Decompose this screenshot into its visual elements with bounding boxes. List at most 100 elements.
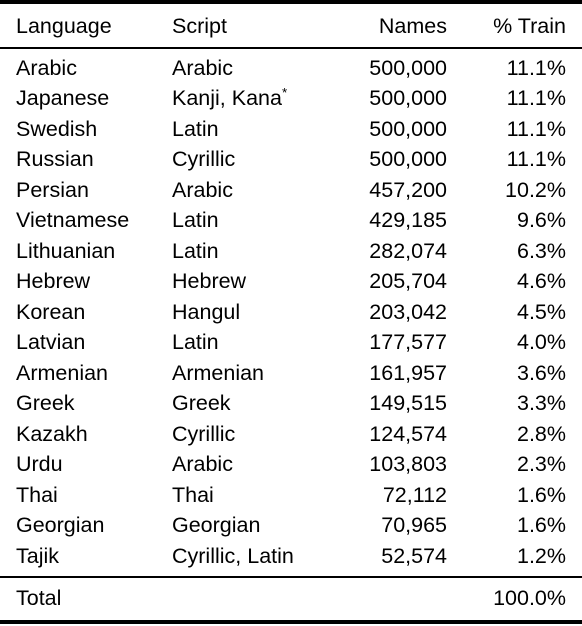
- cell-pct-train: 2.3%: [516, 452, 566, 476]
- cell-names: 205,704: [369, 269, 447, 293]
- cell-language: Vietnamese: [16, 208, 130, 232]
- cell-script: Latin: [168, 205, 333, 236]
- cell-pct-train: 4.6%: [516, 269, 566, 293]
- cell-language: Urdu: [16, 452, 63, 476]
- cell-language: Hebrew: [16, 269, 91, 293]
- cell-language: Russian: [16, 147, 94, 171]
- cell-pct-train: 10.2%: [505, 177, 566, 202]
- cell-language: Latvian: [16, 330, 86, 354]
- cell-names: 70,965: [381, 513, 447, 537]
- script-label: Latin: [172, 238, 219, 263]
- table-row: Lithuanian Latin 282,074 6.3%: [0, 236, 582, 267]
- table-row: Georgian Georgian 70,965 1.6%: [0, 510, 582, 541]
- table-row: Swedish Latin 500,000 11.1%: [0, 114, 582, 145]
- column-header-row: Language Script Names % Train: [0, 6, 582, 49]
- cell-names: 203,042: [369, 299, 447, 324]
- cell-script: Cyrillic, Latin: [168, 541, 333, 578]
- cell-language: Korean: [16, 299, 86, 324]
- cell-language: Swedish: [16, 116, 98, 141]
- script-label: Hangul: [172, 299, 241, 324]
- cell-names: 429,185: [369, 208, 447, 232]
- script-label: Arabic: [172, 177, 233, 202]
- cell-script: Thai: [168, 480, 333, 511]
- cell-names: 500,000: [369, 86, 447, 110]
- cell-script: Kanji, Kana*: [168, 83, 333, 114]
- cell-language: Georgian: [16, 513, 105, 537]
- cell-language: Lithuanian: [16, 238, 116, 263]
- cell-pct-train: 1.6%: [516, 513, 566, 537]
- cell-language: Armenian: [16, 360, 109, 385]
- column-header-pct-train: % Train: [447, 6, 582, 49]
- cell-script: Cyrillic: [168, 419, 333, 450]
- script-label: Armenian: [172, 360, 265, 385]
- cell-pct-train: 6.3%: [516, 238, 566, 263]
- cell-pct-train: 11.1%: [506, 55, 566, 80]
- cell-script: Cyrillic: [168, 144, 333, 175]
- cell-script: Armenian: [168, 358, 333, 389]
- cell-pct-train: 3.3%: [516, 391, 566, 415]
- cell-names: 500,000: [369, 55, 447, 80]
- table-body: Arabic Arabic 500,000 11.1% Japanese Kanji, K…: [0, 48, 582, 578]
- column-header-script: Script: [168, 6, 333, 49]
- script-label: Arabic: [172, 55, 233, 80]
- total-script: [168, 576, 333, 624]
- cell-names: 500,000: [369, 116, 447, 141]
- cell-script: Georgian: [168, 510, 333, 541]
- cell-names: 500,000: [369, 147, 447, 171]
- table-row: Kazakh Cyrillic 124,574 2.8%: [0, 419, 582, 450]
- cell-language: Tajik: [16, 543, 60, 568]
- script-label: Georgian: [172, 513, 261, 537]
- table-row: Urdu Arabic 103,803 2.3%: [0, 449, 582, 480]
- footnote-marker-icon: *: [281, 84, 288, 100]
- cell-pct-train: 3.6%: [516, 360, 566, 385]
- script-label: Kanji, Kana: [172, 86, 282, 110]
- table-row: Japanese Kanji, Kana* 500,000 11.1%: [0, 83, 582, 114]
- cell-pct-train: 1.6%: [516, 482, 566, 507]
- script-label: Cyrillic: [172, 147, 236, 171]
- cell-pct-train: 4.5%: [516, 299, 566, 324]
- cell-names: 72,112: [382, 482, 447, 507]
- script-label: Cyrillic: [172, 421, 236, 446]
- data-table: Language Script Names % Train Arabic Arab…: [0, 0, 582, 624]
- table-row: Thai Thai 72,112 1.6%: [0, 480, 582, 511]
- script-label: Cyrillic, Latin: [172, 543, 294, 568]
- table-row: Persian Arabic 457,200 10.2%: [0, 175, 582, 206]
- script-label: Thai: [172, 482, 214, 507]
- cell-language: Arabic: [16, 55, 77, 80]
- cell-names: 177,577: [369, 330, 447, 354]
- cell-pct-train: 2.8%: [516, 421, 566, 446]
- table-row: Armenian Armenian 161,957 3.6%: [0, 358, 582, 389]
- cell-script: Arabic: [168, 48, 333, 84]
- cell-pct-train: 11.1%: [506, 116, 566, 141]
- cell-pct-train: 11.1%: [506, 86, 566, 110]
- cell-pct-train: 1.2%: [516, 543, 566, 568]
- table-row: Vietnamese Latin 429,185 9.6%: [0, 205, 582, 236]
- total-label: Total: [0, 576, 168, 624]
- cell-names: 124,574: [369, 421, 447, 446]
- cell-names: 52,574: [381, 543, 447, 568]
- script-label: Hebrew: [172, 269, 247, 293]
- script-label: Latin: [172, 208, 219, 232]
- cell-pct-train: 9.6%: [516, 208, 566, 232]
- total-pct-train: 100.0%: [447, 576, 582, 624]
- column-header-language: Language: [0, 6, 168, 49]
- cell-script: Latin: [168, 327, 333, 358]
- language-dataset-table: Language Script Names % Train Arabic Arab…: [0, 0, 582, 626]
- cell-language: Thai: [16, 482, 58, 507]
- total-names: [333, 576, 447, 624]
- cell-names: 161,957: [369, 360, 447, 385]
- table-row: Hebrew Hebrew 205,704 4.6%: [0, 266, 582, 297]
- cell-script: Latin: [168, 114, 333, 145]
- cell-script: Hangul: [168, 297, 333, 328]
- cell-names: 457,200: [369, 177, 447, 202]
- cell-language: Kazakh: [16, 421, 88, 446]
- cell-names: 149,515: [369, 391, 447, 415]
- table-row: Arabic Arabic 500,000 11.1%: [0, 48, 582, 84]
- cell-pct-train: 11.1%: [506, 147, 566, 171]
- table-row: Greek Greek 149,515 3.3%: [0, 388, 582, 419]
- total-row: Total 100.0%: [0, 576, 582, 624]
- cell-script: Arabic: [168, 175, 333, 206]
- cell-script: Arabic: [168, 449, 333, 480]
- cell-names: 103,803: [369, 452, 447, 476]
- table-row: Korean Hangul 203,042 4.5%: [0, 297, 582, 328]
